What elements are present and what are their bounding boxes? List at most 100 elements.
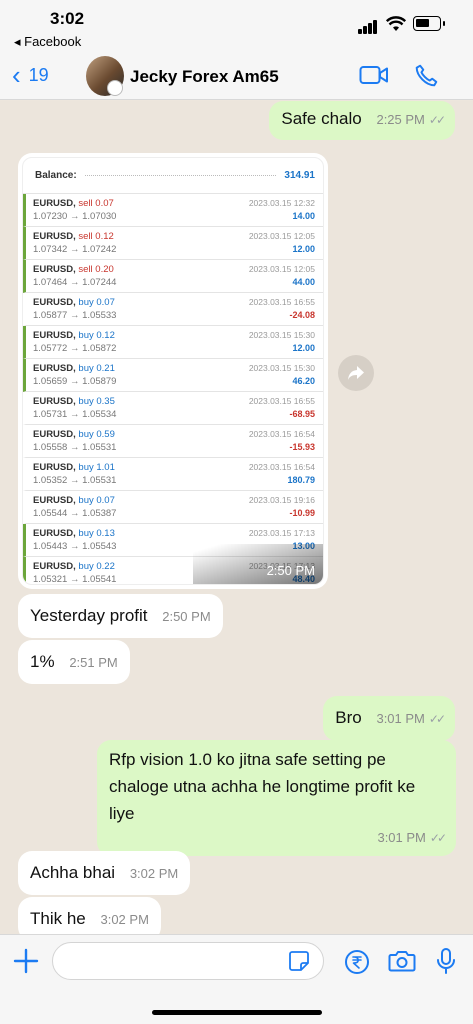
trade-prices: 1.05443 → 1.05543	[33, 541, 117, 552]
message-time: 2:25 PM	[376, 112, 425, 127]
video-call-icon[interactable]	[359, 64, 389, 86]
status-time: 3:02	[50, 9, 85, 28]
microphone-icon[interactable]	[435, 947, 457, 975]
trade-profit: 46.20	[292, 376, 315, 386]
trade-prices: 1.05877 → 1.05533	[33, 310, 117, 321]
trade-prices: 1.05772 → 1.05872	[33, 343, 117, 354]
message-time: 3:02 PM	[129, 866, 179, 881]
unread-count: 19	[28, 64, 49, 85]
trade-date: 2023.03.15 15:30	[248, 363, 315, 373]
trade-row: EURUSD, buy 0.12 2023.03.15 15:30 1.05772 …	[23, 326, 323, 359]
message-composer	[0, 934, 473, 1024]
trade-side: buy 0.07	[78, 495, 115, 506]
trade-date: 2023.03.15 17:13	[248, 528, 315, 538]
message-bubble-outgoing[interactable]: Bro 3:01 PM ✓✓	[323, 696, 455, 741]
trade-side: buy 0.12	[78, 330, 115, 341]
message-meta: 3:01 PM ✓✓	[109, 823, 447, 852]
trade-date: 2023.03.15 16:55	[248, 297, 315, 307]
message-text: 1%	[30, 652, 55, 671]
phone-icon[interactable]	[413, 63, 439, 89]
message-bubble-outgoing[interactable]: Safe chalo 2:25 PM ✓✓	[269, 101, 455, 140]
balance-label: Balance:	[35, 170, 77, 181]
message-input[interactable]	[52, 942, 324, 980]
trade-symbol: EURUSD,	[33, 363, 76, 374]
image-message[interactable]: Balance: 314.91 EURUSD, sell 0.07 2023.03…	[18, 153, 328, 589]
payment-icon[interactable]	[344, 949, 370, 975]
sticker-icon[interactable]	[288, 950, 310, 972]
message-time: 3:02 PM	[100, 912, 149, 927]
chat-area[interactable]: Safe chalo 2:25 PM ✓✓ Balance: 314.91 EUR…	[0, 101, 473, 934]
message-bubble-incoming[interactable]: Thik he 3:02 PM	[18, 897, 161, 934]
message-text: Achha bhai	[30, 863, 116, 882]
message-meta: 2:25 PM ✓✓	[376, 112, 446, 127]
message-bubble-outgoing[interactable]: Rfp vision 1.0 ko jitna safe setting pe …	[97, 740, 456, 856]
trade-title: EURUSD, buy 0.13	[33, 528, 115, 539]
trade-symbol: EURUSD,	[33, 330, 76, 341]
trade-profit: 180.79	[287, 475, 315, 485]
trade-row: EURUSD, buy 0.21 2023.03.15 15:30 1.05659 …	[23, 359, 323, 392]
trade-date: 2023.03.15 15:30	[248, 330, 315, 340]
trade-date: 2023.03.15 12:05	[248, 231, 315, 241]
trade-title: EURUSD, buy 0.22	[33, 561, 115, 572]
trade-side: buy 0.22	[78, 561, 115, 572]
trade-symbol: EURUSD,	[33, 297, 76, 308]
message-bubble-incoming[interactable]: Yesterday profit 2:50 PM	[18, 594, 223, 638]
forward-icon	[348, 366, 364, 380]
trade-title: EURUSD, buy 0.07	[33, 297, 115, 308]
trade-row: EURUSD, buy 0.07 2023.03.15 16:55 1.05877 …	[23, 293, 323, 326]
trade-side: buy 0.59	[78, 429, 115, 440]
balance-value: 314.91	[284, 170, 315, 181]
balance-row: Balance: 314.91	[23, 158, 323, 194]
trade-profit: 12.00	[292, 343, 315, 353]
trade-symbol: EURUSD,	[33, 561, 76, 572]
trade-side: buy 0.13	[78, 528, 115, 539]
trade-profit: -24.08	[289, 310, 315, 320]
wifi-icon	[386, 16, 406, 31]
message-text: Rfp vision 1.0 ko jitna safe setting pe …	[109, 750, 416, 823]
trade-prices: 1.05352 → 1.05531	[33, 475, 117, 486]
status-bar: 3:02 ◂ Facebook	[0, 0, 473, 54]
message-bubble-incoming[interactable]: Achha bhai 3:02 PM	[18, 851, 191, 895]
message-text: Safe chalo	[281, 109, 362, 128]
message-text: Thik he	[30, 909, 86, 928]
trade-prices: 1.07464 → 1.07244	[33, 277, 117, 288]
trade-date: 2023.03.15 16:54	[248, 429, 315, 439]
balance-dots	[84, 175, 277, 176]
trade-side: buy 0.21	[78, 363, 115, 374]
trade-date: 2023.03.15 12:05	[248, 264, 315, 274]
trade-row: EURUSD, sell 0.07 2023.03.15 12:32 1.07230…	[23, 194, 323, 227]
back-to-app-link[interactable]: ◂ Facebook	[14, 34, 81, 50]
trade-row: EURUSD, sell 0.20 2023.03.15 12:05 1.07464…	[23, 260, 323, 293]
trade-prices: 1.07342 → 1.07242	[33, 244, 117, 255]
home-indicator	[152, 1010, 322, 1015]
trade-side: sell 0.20	[78, 264, 114, 275]
trade-prices: 1.05731 → 1.05534	[33, 409, 117, 420]
battery-icon	[413, 16, 445, 31]
trade-side: buy 0.35	[78, 396, 115, 407]
status-ring-icon	[107, 80, 123, 96]
message-time: 2:51 PM	[69, 655, 118, 670]
trade-title: EURUSD, buy 0.21	[33, 363, 115, 374]
trade-title: EURUSD, buy 0.59	[33, 429, 115, 440]
trade-profit: -15.93	[289, 442, 315, 452]
trade-row: EURUSD, buy 0.07 2023.03.15 19:16 1.05544 …	[23, 491, 323, 524]
trade-side: sell 0.12	[78, 231, 114, 242]
trade-date: 2023.03.15 16:55	[248, 396, 315, 406]
trade-list: EURUSD, sell 0.07 2023.03.15 12:32 1.07230…	[23, 194, 323, 584]
trade-date: 2023.03.15 12:32	[248, 198, 315, 208]
trade-history-screenshot[interactable]: Balance: 314.91 EURUSD, sell 0.07 2023.03…	[22, 157, 324, 585]
trade-symbol: EURUSD,	[33, 231, 76, 242]
trade-prices: 1.05659 → 1.05879	[33, 376, 117, 387]
contact-name[interactable]: Jecky Forex Am65	[130, 67, 279, 87]
trade-row: EURUSD, buy 0.35 2023.03.15 16:55 1.05731 …	[23, 392, 323, 425]
forward-button[interactable]	[338, 355, 374, 391]
trade-row: EURUSD, sell 0.12 2023.03.15 12:05 1.07342…	[23, 227, 323, 260]
plus-icon[interactable]	[12, 947, 40, 975]
message-bubble-incoming[interactable]: 1% 2:51 PM	[18, 640, 130, 684]
camera-icon[interactable]	[388, 949, 416, 973]
trade-profit: -10.99	[289, 508, 315, 518]
trade-title: EURUSD, buy 0.35	[33, 396, 115, 407]
back-button[interactable]: ‹ 19	[12, 62, 49, 88]
trade-profit: -68.95	[289, 409, 315, 419]
trade-symbol: EURUSD,	[33, 495, 76, 506]
